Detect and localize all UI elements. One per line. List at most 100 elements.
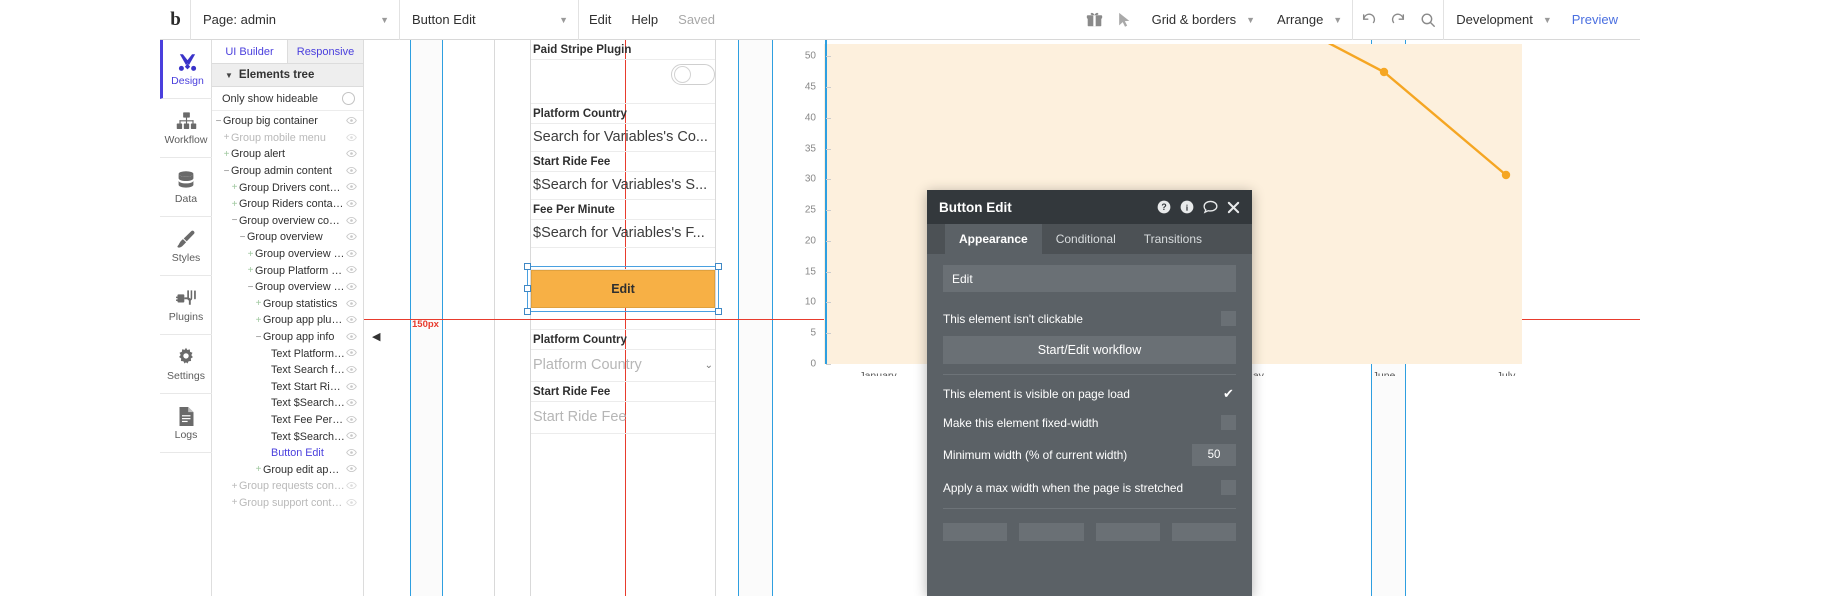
page-select[interactable]: Page: admin ▼: [191, 0, 399, 40]
collapse-icon[interactable]: −: [246, 282, 255, 293]
tree-node[interactable]: Text Fee Per Min...: [212, 412, 363, 429]
rail-item-data[interactable]: Data: [160, 158, 212, 217]
tree-node[interactable]: +Group support container: [212, 495, 363, 512]
resize-handle-bottom-left[interactable]: [524, 308, 531, 315]
tree-node[interactable]: +Group mobile menu: [212, 130, 363, 147]
collapse-icon[interactable]: −: [230, 215, 239, 226]
gift-icon[interactable]: [1080, 0, 1110, 40]
visibility-eye-icon[interactable]: [346, 133, 357, 143]
resize-handle-top-right[interactable]: [715, 263, 722, 270]
tab-conditional[interactable]: Conditional: [1042, 224, 1130, 254]
start-edit-workflow-button[interactable]: Start/Edit workflow: [943, 336, 1236, 364]
visibility-eye-icon[interactable]: [346, 249, 357, 259]
element-select[interactable]: Button Edit ▼: [400, 0, 578, 40]
visibility-eye-icon[interactable]: [346, 348, 357, 358]
visibility-eye-icon[interactable]: [346, 199, 357, 209]
visibility-eye-icon[interactable]: [346, 481, 357, 491]
paid-stripe-plugin-toggle[interactable]: [671, 64, 715, 85]
visibility-eye-icon[interactable]: [346, 166, 357, 176]
visibility-eye-icon[interactable]: [346, 116, 357, 126]
expand-icon[interactable]: +: [230, 199, 239, 210]
help-menu[interactable]: Help: [621, 0, 668, 40]
tab-transitions[interactable]: Transitions: [1130, 224, 1216, 254]
resize-handle-top-left[interactable]: [524, 263, 531, 270]
checkbox-visible-on-page-load[interactable]: ✔: [1221, 386, 1236, 401]
redo-icon[interactable]: [1383, 0, 1413, 40]
expand-icon[interactable]: +: [230, 182, 239, 193]
arrange-menu[interactable]: Arrange ▼: [1265, 0, 1352, 40]
visibility-eye-icon[interactable]: [346, 282, 357, 292]
visibility-eye-icon[interactable]: [346, 448, 357, 458]
tree-node[interactable]: −Group overview: [212, 229, 363, 246]
expand-icon[interactable]: +: [254, 315, 263, 326]
visibility-eye-icon[interactable]: [346, 332, 357, 342]
start-ride-fee-input[interactable]: Start Ride Fee: [531, 402, 715, 434]
tree-node[interactable]: +Group Platform Rev...: [212, 262, 363, 279]
rail-item-logs[interactable]: Logs: [160, 394, 212, 453]
visibility-eye-icon[interactable]: [346, 315, 357, 325]
tree-node[interactable]: +Group Riders container: [212, 196, 363, 213]
tree-node[interactable]: −Group big container: [212, 113, 363, 130]
grid-borders-menu[interactable]: Grid & borders ▼: [1140, 0, 1265, 40]
collapse-icon[interactable]: −: [254, 332, 263, 343]
rail-item-styles[interactable]: Styles: [160, 217, 212, 276]
rail-item-design[interactable]: Design: [160, 40, 212, 99]
visibility-eye-icon[interactable]: [346, 431, 357, 441]
visibility-eye-icon[interactable]: [346, 265, 357, 275]
expand-icon[interactable]: +: [254, 298, 263, 309]
collapse-icon[interactable]: −: [214, 116, 223, 127]
pointer-icon[interactable]: [1110, 0, 1140, 40]
visibility-eye-icon[interactable]: [346, 232, 357, 242]
edit-menu[interactable]: Edit: [579, 0, 621, 40]
minimum-width-input[interactable]: 50: [1192, 444, 1236, 466]
expand-icon[interactable]: +: [246, 265, 255, 276]
comment-icon[interactable]: [1203, 200, 1218, 214]
collapse-icon[interactable]: −: [222, 166, 231, 177]
visibility-eye-icon[interactable]: [346, 382, 357, 392]
expand-icon[interactable]: +: [246, 249, 255, 260]
elements-tree-header[interactable]: ▼ Elements tree: [212, 64, 363, 87]
question-circle-icon[interactable]: ?: [1157, 200, 1171, 214]
footer-button[interactable]: [1096, 523, 1160, 541]
collapse-icon[interactable]: −: [238, 232, 247, 243]
resize-handle-left[interactable]: [524, 285, 531, 292]
platform-country-dropdown[interactable]: Platform Country ⌄: [531, 350, 715, 382]
footer-button[interactable]: [943, 523, 1007, 541]
footer-button[interactable]: [1019, 523, 1083, 541]
checkbox-not-clickable[interactable]: [1221, 311, 1236, 326]
visibility-eye-icon[interactable]: [346, 149, 357, 159]
tree-node[interactable]: Button Edit: [212, 445, 363, 462]
visibility-eye-icon[interactable]: [346, 299, 357, 309]
expand-icon[interactable]: +: [230, 497, 239, 508]
tree-node[interactable]: +Group app plugins: [212, 312, 363, 329]
button-text-input[interactable]: Edit: [943, 265, 1236, 292]
panel-collapse-arrow[interactable]: ◀: [372, 330, 380, 343]
visibility-eye-icon[interactable]: [346, 365, 357, 375]
tree-node[interactable]: +Group edit app info: [212, 461, 363, 478]
tree-node[interactable]: −Group app info: [212, 329, 363, 346]
tree-node[interactable]: +Group requests contain...: [212, 478, 363, 495]
search-icon[interactable]: [1413, 0, 1443, 40]
expand-icon[interactable]: +: [222, 149, 231, 160]
tab-responsive[interactable]: Responsive: [287, 40, 363, 63]
tab-ui-builder[interactable]: UI Builder: [212, 40, 287, 63]
tree-node[interactable]: Text Start Ride Fee: [212, 379, 363, 396]
tab-appearance[interactable]: Appearance: [945, 224, 1042, 254]
tree-node[interactable]: Text $Search for ...: [212, 395, 363, 412]
visibility-eye-icon[interactable]: [346, 415, 357, 425]
tree-node[interactable]: +Group Drivers container: [212, 179, 363, 196]
rail-item-plugins[interactable]: Plugins: [160, 276, 212, 335]
tree-node[interactable]: Text $Search for ...: [212, 428, 363, 445]
resize-handle-bottom-right[interactable]: [715, 308, 722, 315]
tree-node[interactable]: +Group alert: [212, 146, 363, 163]
close-icon[interactable]: [1227, 201, 1240, 214]
visibility-eye-icon[interactable]: [346, 398, 357, 408]
checkbox-max-width-stretched[interactable]: [1221, 480, 1236, 495]
visibility-eye-icon[interactable]: [346, 182, 357, 192]
info-circle-icon[interactable]: i: [1180, 200, 1194, 214]
preview-button[interactable]: Preview: [1562, 0, 1640, 40]
b-logo-icon[interactable]: b: [160, 0, 190, 40]
only-show-hideable-checkbox[interactable]: [342, 92, 355, 105]
tree-node[interactable]: Text Search for V...: [212, 362, 363, 379]
tree-node[interactable]: Text Platform Co...: [212, 345, 363, 362]
